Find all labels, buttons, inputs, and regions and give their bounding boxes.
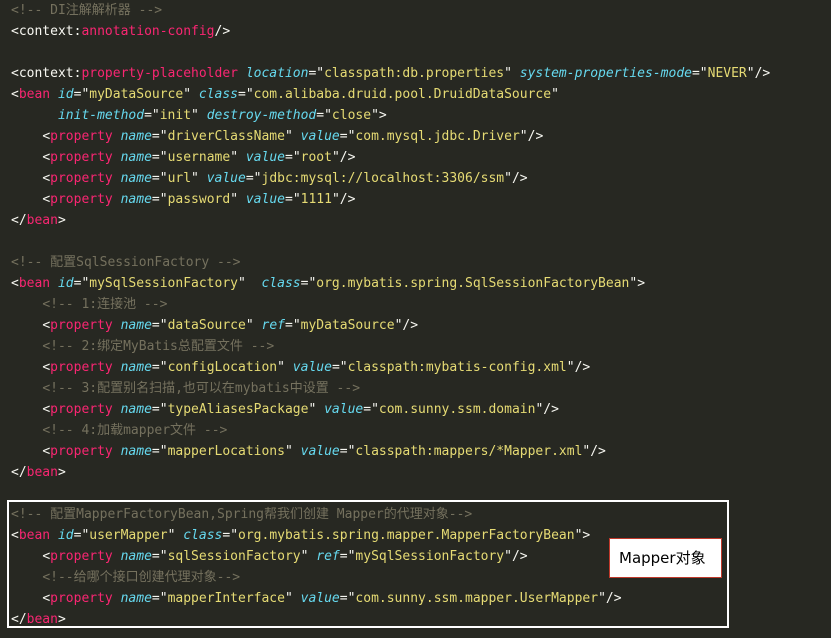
code-line: <!-- 配置SqlSessionFactory --> bbox=[11, 255, 241, 270]
mapper-object-callout: Mapper对象 bbox=[609, 538, 722, 578]
code-line: <!-- 1:连接池 --> bbox=[42, 297, 168, 312]
code-line: </bean> bbox=[11, 465, 66, 480]
code-line: <!-- 2:绑定MyBatis总配置文件 --> bbox=[42, 339, 275, 354]
code-line: <property name="dataSource" ref="myDataS… bbox=[42, 318, 419, 333]
code-line: <bean id="mySqlSessionFactory" class="or… bbox=[11, 276, 646, 291]
code-editor[interactable]: <!-- DI注解解析器 --> <context:annotation-conf… bbox=[0, 0, 831, 638]
code-line: <bean id="myDataSource" class="com.aliba… bbox=[11, 87, 559, 102]
code-line: <property name="typeAliasesPackage" valu… bbox=[42, 402, 559, 417]
code-line: <property name="mapperLocations" value="… bbox=[42, 444, 606, 459]
code-line: <property name="username" value="root"/> bbox=[42, 150, 356, 165]
code-line: <property name="url" value="jdbc:mysql:/… bbox=[42, 171, 528, 186]
code-line: <context:annotation-config/> bbox=[11, 24, 231, 39]
code-line: <context:property-placeholder location="… bbox=[11, 66, 771, 81]
code-line: <property name="password" value="1111"/> bbox=[42, 192, 356, 207]
code-line: <!-- 3:配置别名扫描,也可以在mybatis中设置 --> bbox=[42, 381, 361, 396]
code-line: <property name="driverClassName" value="… bbox=[42, 129, 544, 144]
code-line: <!-- 4:加载mapper文件 --> bbox=[42, 423, 228, 438]
code-line: <!-- DI注解解析器 --> bbox=[11, 3, 163, 18]
code-line: <property name="configLocation" value="c… bbox=[42, 360, 591, 375]
code-line: </bean> bbox=[11, 213, 66, 228]
code-line: init-method="init" destroy-method="close… bbox=[57, 108, 387, 123]
